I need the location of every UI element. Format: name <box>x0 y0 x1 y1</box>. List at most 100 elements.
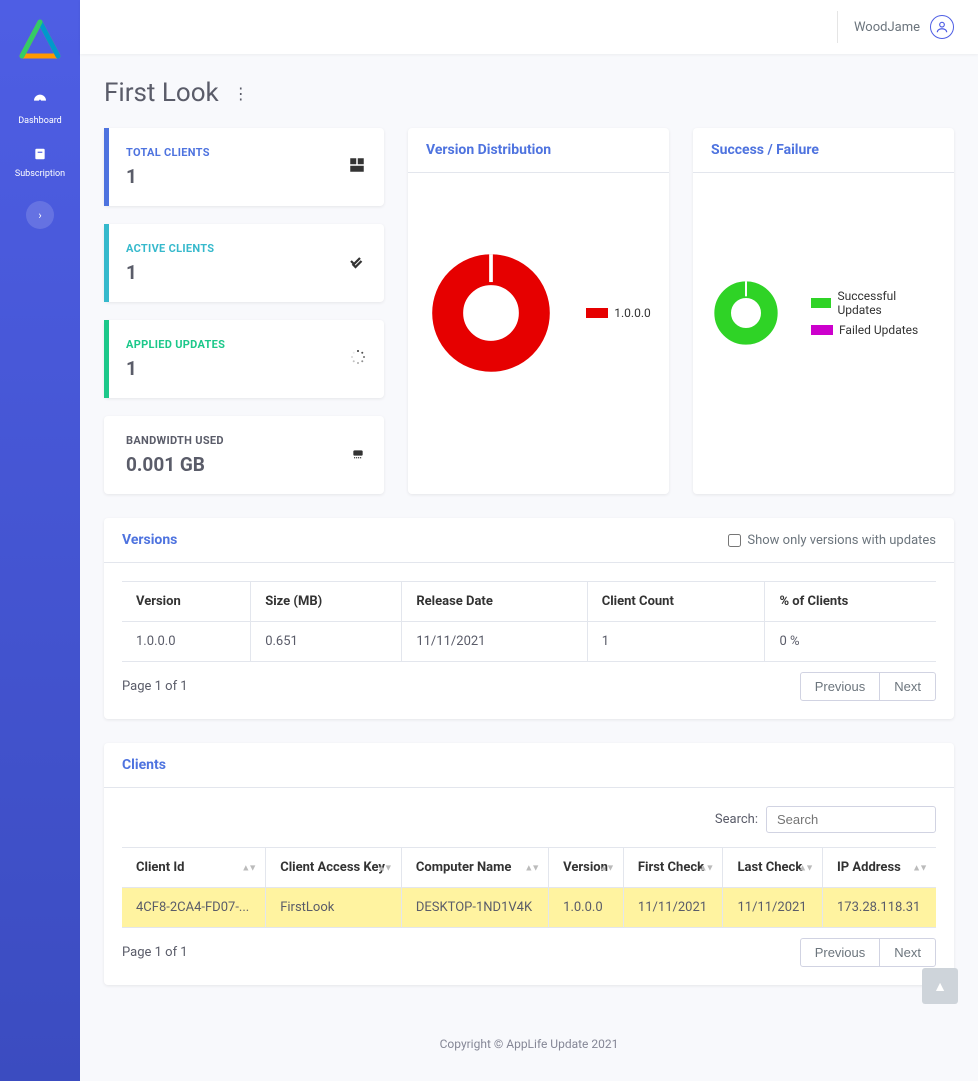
user-icon <box>930 15 954 39</box>
next-button[interactable]: Next <box>879 938 936 967</box>
cell-count: 1 <box>587 622 765 662</box>
nav-subscription[interactable]: Subscription <box>0 136 80 189</box>
check-icon <box>348 252 366 275</box>
next-button[interactable]: Next <box>879 672 936 701</box>
copyright: Copyright © AppLife Update 2021 <box>440 1037 619 1051</box>
legend-swatch <box>586 308 608 318</box>
nav-label: Dashboard <box>18 116 62 126</box>
previous-button[interactable]: Previous <box>800 672 881 701</box>
spinner-icon <box>350 349 366 370</box>
chart-legend: Successful Updates Failed Updates <box>811 289 936 337</box>
col-release-date[interactable]: Release Date <box>402 582 587 622</box>
stat-total-clients: TOTAL CLIENTS 1 <box>104 128 384 206</box>
table-row[interactable]: 1.0.0.0 0.651 11/11/2021 1 0 % <box>122 622 936 662</box>
stat-value: 1 <box>126 165 210 188</box>
col-pct-clients[interactable]: % of Clients <box>765 582 936 622</box>
cell-access-key: FirstLook <box>266 888 402 928</box>
boxes-icon <box>348 156 366 179</box>
col-access-key[interactable]: Client Access Key▲▼ <box>266 848 402 888</box>
cell-last-check: 11/11/2021 <box>723 888 823 928</box>
page-info: Page 1 of 1 <box>122 945 188 960</box>
topbar: WoodJame <box>80 0 978 54</box>
col-client-count[interactable]: Client Count <box>587 582 765 622</box>
cell-pct: 0 % <box>765 622 936 662</box>
page-menu-button[interactable]: ⋮ <box>233 84 249 103</box>
user-menu[interactable]: WoodJame <box>854 15 954 39</box>
legend-label: 1.0.0.0 <box>614 306 650 320</box>
cell-client-id: 4CF8-2CA4-FD07-... <box>122 888 266 928</box>
sort-icon: ▲▼ <box>912 862 926 873</box>
stat-applied-updates: APPLIED UPDATES 1 <box>104 320 384 398</box>
checkbox-input[interactable] <box>728 534 741 547</box>
divider <box>837 11 838 43</box>
page-title: First Look <box>104 78 219 108</box>
cell-version: 1.0.0.0 <box>122 622 251 662</box>
chart-legend: 1.0.0.0 <box>586 306 650 320</box>
stat-label: APPLIED UPDATES <box>126 338 225 351</box>
nav-dashboard[interactable]: Dashboard <box>0 82 80 136</box>
sort-icon: ▲▼ <box>524 862 538 873</box>
table-row[interactable]: 4CF8-2CA4-FD07-... FirstLook DESKTOP-1ND… <box>122 888 936 928</box>
clients-panel: Clients Search: Client Id▲▼ Client Acces… <box>104 743 954 985</box>
sidebar: Dashboard Subscription › <box>0 0 80 1081</box>
panel-title: Version Distribution <box>426 142 551 158</box>
version-distribution-panel: Version Distribution 1.0.0. <box>408 128 669 494</box>
version-distribution-chart <box>426 248 556 378</box>
cell-first-check: 11/11/2021 <box>623 888 723 928</box>
checkbox-label: Show only versions with updates <box>747 533 936 548</box>
sort-icon: ▲▼ <box>377 862 391 873</box>
cell-release: 11/11/2021 <box>402 622 587 662</box>
kebab-icon: ⋮ <box>233 84 249 103</box>
cell-size: 0.651 <box>251 622 402 662</box>
versions-table: Version Size (MB) Release Date Client Co… <box>122 581 936 662</box>
versions-panel: Versions Show only versions with updates… <box>104 518 954 719</box>
col-last-check[interactable]: Last Check▲▼ <box>723 848 823 888</box>
stat-active-clients: ACTIVE CLIENTS 1 <box>104 224 384 302</box>
previous-button[interactable]: Previous <box>800 938 881 967</box>
username: WoodJame <box>854 20 920 35</box>
cell-ip: 173.28.118.31 <box>823 888 937 928</box>
stat-value: 1 <box>126 357 225 380</box>
col-size[interactable]: Size (MB) <box>251 582 402 622</box>
sort-icon: ▲▼ <box>241 862 255 873</box>
panel-title: Success / Failure <box>711 142 819 158</box>
legend-label: Failed Updates <box>839 323 918 337</box>
cell-computer: DESKTOP-1ND1V4K <box>401 888 548 928</box>
legend-swatch <box>811 325 833 335</box>
stat-label: ACTIVE CLIENTS <box>126 242 214 255</box>
dashboard-icon <box>4 92 76 112</box>
cell-version: 1.0.0.0 <box>549 888 624 928</box>
scroll-top-button[interactable]: ▲ <box>922 968 958 1004</box>
show-only-updates-checkbox[interactable]: Show only versions with updates <box>728 533 936 548</box>
col-computer-name[interactable]: Computer Name▲▼ <box>401 848 548 888</box>
search-input[interactable] <box>766 806 936 833</box>
col-client-id[interactable]: Client Id▲▼ <box>122 848 266 888</box>
panel-title: Versions <box>122 532 177 548</box>
sidebar-collapse-button[interactable]: › <box>26 201 54 229</box>
clients-table: Client Id▲▼ Client Access Key▲▼ Computer… <box>122 847 936 928</box>
col-ip-address[interactable]: IP Address▲▼ <box>823 848 937 888</box>
legend-label: Successful Updates <box>837 289 936 317</box>
stat-value: 1 <box>126 261 214 284</box>
search-label: Search: <box>715 812 758 827</box>
nav-label: Subscription <box>15 169 65 179</box>
col-first-check[interactable]: First Check▲▼ <box>623 848 723 888</box>
panel-title: Clients <box>122 757 166 773</box>
page-info: Page 1 of 1 <box>122 679 188 694</box>
sort-icon: ▲▼ <box>699 862 713 873</box>
success-failure-chart <box>711 278 781 348</box>
network-icon <box>350 445 366 466</box>
success-failure-panel: Success / Failure Successfu <box>693 128 954 494</box>
logo[interactable] <box>16 18 64 66</box>
col-version[interactable]: Version <box>122 582 251 622</box>
subscription-icon <box>4 146 76 165</box>
stat-bandwidth: BANDWIDTH USED 0.001 GB <box>104 416 384 494</box>
chevron-up-icon: ▲ <box>933 978 947 995</box>
stat-label: BANDWIDTH USED <box>126 434 224 447</box>
legend-swatch <box>811 298 831 308</box>
stat-label: TOTAL CLIENTS <box>126 146 210 159</box>
sort-icon: ▲▼ <box>798 862 812 873</box>
stat-value: 0.001 GB <box>126 453 224 476</box>
col-version[interactable]: Version▲▼ <box>549 848 624 888</box>
chevron-right-icon: › <box>38 209 41 222</box>
